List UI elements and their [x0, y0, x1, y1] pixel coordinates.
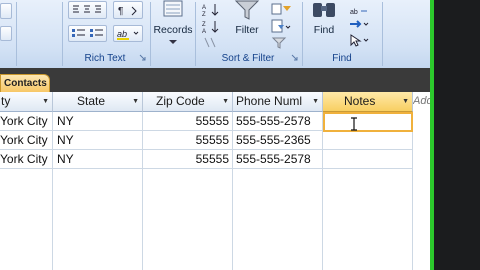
text-cursor-icon — [351, 117, 357, 131]
column-header-label: State — [77, 94, 106, 108]
column-header-label: Zip Code — [156, 94, 205, 108]
sort-descending-icon: ZA — [202, 21, 219, 35]
filter-button[interactable]: Filter — [226, 0, 268, 50]
dialog-launcher-icon[interactable] — [139, 54, 146, 61]
find-button[interactable]: Find — [304, 0, 344, 50]
filter-label: Filter — [235, 24, 259, 36]
chevron-down-icon[interactable]: ▼ — [132, 92, 139, 111]
svg-text:A: A — [202, 5, 206, 11]
select-button[interactable] — [348, 33, 372, 47]
table-cell-zip[interactable]: 55555 — [143, 112, 233, 131]
list-icons — [72, 29, 103, 37]
records-button[interactable]: Records — [152, 0, 194, 50]
find-label: Find — [313, 24, 335, 36]
column-header-phone-number[interactable]: Phone Numl ▼ — [233, 92, 323, 112]
table-cell-state[interactable]: NY — [53, 112, 143, 131]
table-cell-phone[interactable]: 555-555-2578 — [233, 150, 323, 169]
table-cell-empty — [233, 169, 323, 270]
svg-text:¶: ¶ — [118, 6, 123, 17]
table-cell-empty — [323, 169, 413, 270]
table-cell-city[interactable]: York City — [0, 150, 53, 169]
list-buttons[interactable] — [68, 25, 107, 42]
clear-sort-button[interactable] — [200, 36, 222, 49]
clear-sort-icon — [204, 37, 216, 48]
svg-text:ab: ab — [117, 29, 127, 39]
group-label-sort-filter: Sort & Filter — [221, 53, 275, 64]
selection-button[interactable] — [270, 2, 294, 17]
dialog-launcher-icon[interactable] — [291, 54, 298, 61]
align-buttons[interactable] — [68, 1, 107, 19]
svg-text:A: A — [202, 29, 206, 34]
column-header-label: ty — [1, 94, 11, 108]
column-header-state[interactable]: State ▼ — [53, 92, 143, 112]
format-button[interactable] — [0, 26, 12, 41]
table-cell-state[interactable]: NY — [53, 131, 143, 150]
selection-icon — [271, 3, 291, 15]
paragraph-icon: ¶ — [118, 6, 137, 17]
column-header-label: Notes — [344, 94, 376, 108]
chevron-down-icon[interactable]: ▼ — [42, 92, 49, 111]
sort-ascending-button[interactable]: AZ — [200, 2, 222, 18]
svg-text:Z: Z — [202, 12, 206, 17]
table-cell-zip[interactable]: 55555 — [143, 150, 233, 169]
chevron-down-icon[interactable]: ▼ — [312, 92, 319, 111]
sort-descending-button[interactable]: ZA — [200, 19, 222, 35]
group-label-rich-text: Rich Text — [84, 53, 126, 64]
table-cell-empty — [0, 169, 53, 270]
chevron-down-icon[interactable]: ▼ — [402, 92, 409, 111]
highlight-icon: ab — [117, 29, 139, 40]
select-cursor-icon — [350, 34, 369, 47]
active-cell-highlight[interactable] — [323, 112, 413, 132]
go-to-button[interactable] — [348, 17, 372, 31]
table-cell-empty — [143, 169, 233, 270]
ribbon-separator — [382, 2, 383, 66]
toggle-filter-icon — [271, 37, 287, 49]
svg-text:Z: Z — [202, 22, 206, 28]
highlight-button[interactable]: ab — [113, 25, 143, 42]
tab-bar — [0, 74, 430, 92]
go-to-arrow-icon — [350, 20, 369, 28]
table-cell-notes[interactable] — [323, 131, 413, 150]
align-icons — [73, 5, 101, 13]
column-header-notes[interactable]: Notes ▼ — [323, 92, 413, 112]
table-cell-zip[interactable]: 55555 — [143, 131, 233, 150]
filter-icon — [234, 0, 260, 20]
column-header-zip-code[interactable]: Zip Code ▼ — [143, 92, 233, 112]
background-panel — [434, 0, 480, 270]
advanced-filter-icon — [271, 19, 291, 33]
replace-icon: ab — [350, 9, 367, 16]
ribbon: ¶ ab Rich Text Records AZ ZA Filter Sort… — [0, 0, 430, 69]
sort-ascending-icon: AZ — [202, 4, 219, 18]
column-header-city[interactable]: ty ▼ — [0, 92, 53, 112]
table-cell-phone[interactable]: 555-555-2365 — [233, 131, 323, 150]
column-header-label: Phone Numl — [236, 94, 303, 108]
table-cell-empty — [53, 169, 143, 270]
tab-contacts[interactable]: Contacts — [0, 74, 50, 92]
replace-button[interactable]: ab — [348, 4, 370, 16]
table-cell-city[interactable]: York City — [0, 131, 53, 150]
chevron-down-icon[interactable]: ▼ — [222, 92, 229, 111]
toggle-filter-button[interactable] — [270, 36, 294, 49]
chevron-down-icon — [169, 40, 177, 44]
table-cell-phone[interactable]: 555-555-2578 — [233, 112, 323, 131]
records-label: Records — [153, 24, 193, 36]
ribbon-separator — [16, 2, 17, 66]
table-cell-city[interactable]: York City — [0, 112, 53, 131]
add-new-field-header[interactable]: Add New F — [413, 92, 430, 112]
font-combo[interactable] — [0, 3, 12, 19]
group-label-find: Find — [332, 53, 352, 64]
ribbon-separator — [150, 2, 151, 66]
advanced-filter-button[interactable] — [270, 19, 294, 34]
binoculars-icon — [313, 3, 335, 17]
table-cell-notes[interactable] — [323, 150, 413, 169]
records-icon — [163, 0, 183, 17]
svg-text:ab: ab — [350, 9, 358, 16]
table-cell-state[interactable]: NY — [53, 150, 143, 169]
paragraph-direction-button[interactable]: ¶ — [113, 1, 143, 19]
